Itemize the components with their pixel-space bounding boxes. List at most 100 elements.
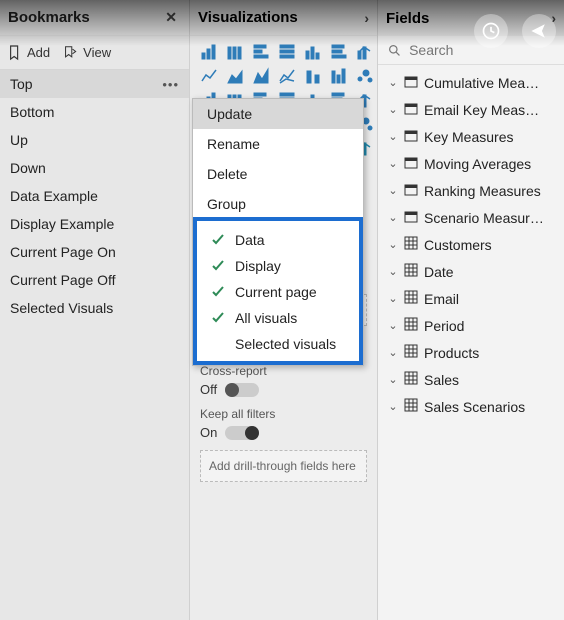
- visualization-type-icon[interactable]: [276, 42, 298, 62]
- bookmark-item[interactable]: Bottom: [0, 98, 189, 126]
- view-label: View: [83, 45, 111, 60]
- table-label: Date: [424, 264, 454, 280]
- chevron-down-icon: ⌄: [388, 346, 398, 359]
- drill-through-field-well[interactable]: Add drill-through fields here: [200, 450, 367, 482]
- visualization-type-icon[interactable]: [198, 42, 220, 62]
- table-item[interactable]: ⌄Sales Scenarios: [378, 393, 564, 420]
- bookmark-context-menu: UpdateRenameDeleteGroup Data Display Curre…: [192, 98, 364, 366]
- cross-report-label: Cross-report: [200, 364, 367, 378]
- table-item[interactable]: ⌄Scenario Measures: [378, 204, 564, 231]
- table-item[interactable]: ⌄ Products: [378, 339, 564, 366]
- table-label: Sales: [424, 372, 459, 388]
- more-icon[interactable]: •••: [162, 77, 179, 92]
- visualization-type-icon[interactable]: [250, 42, 272, 62]
- table-label: Period: [424, 318, 464, 334]
- table-item[interactable]: ⌄Customers: [378, 231, 564, 258]
- visualization-type-icon[interactable]: [354, 66, 376, 86]
- bookmark-item[interactable]: Current Page Off: [0, 266, 189, 294]
- share-button[interactable]: [522, 14, 556, 48]
- context-menu-item[interactable]: Update: [193, 99, 363, 129]
- bookmark-label: Current Page On: [10, 244, 116, 260]
- chevron-right-icon[interactable]: ›: [364, 10, 369, 26]
- close-icon[interactable]: ✕: [161, 5, 181, 30]
- table-item[interactable]: ⌄ Email Key Measur…: [378, 96, 564, 123]
- bookmark-label: Up: [10, 132, 28, 148]
- measure-table-icon: [404, 128, 418, 145]
- chevron-down-icon: ⌄: [388, 238, 398, 251]
- bookmarks-pane: Bookmarks ✕ Add View Top ••• Bottom Up Down D…: [0, 0, 190, 620]
- bookmark-label: Down: [10, 160, 46, 176]
- visualization-type-icon[interactable]: [250, 66, 272, 86]
- table-icon: [404, 371, 418, 388]
- visualization-type-icon[interactable]: [354, 42, 376, 62]
- context-menu-item[interactable]: Group: [193, 189, 363, 219]
- table-item[interactable]: ⌄ Period: [378, 312, 564, 339]
- chevron-down-icon: ⌄: [388, 265, 398, 278]
- chevron-down-icon: ⌄: [388, 76, 398, 89]
- bookmarks-header: Bookmarks ✕: [0, 0, 189, 36]
- bookmark-item[interactable]: Up: [0, 126, 189, 154]
- table-item[interactable]: ⌄Email: [378, 285, 564, 312]
- cross-report-toggle[interactable]: Off: [200, 382, 367, 397]
- bookmark-item[interactable]: Display Example: [0, 210, 189, 238]
- bookmark-options-highlight: Data Display Current page All visuals Select…: [193, 217, 363, 365]
- visualization-type-icon[interactable]: [224, 66, 246, 86]
- table-item[interactable]: ⌄ Date: [378, 258, 564, 285]
- bookmark-item[interactable]: Current Page On: [0, 238, 189, 266]
- keep-filters-state: On: [200, 425, 217, 440]
- context-menu-check-item[interactable]: Display: [197, 253, 359, 279]
- check-label: All visuals: [235, 310, 297, 326]
- check-label: Selected visuals: [235, 336, 336, 352]
- context-menu-item[interactable]: Rename: [193, 129, 363, 159]
- bookmarks-toolbar: Add View: [0, 36, 189, 70]
- fields-table-list: ⌄Cumulative Meas…⌄Email Key Measur…⌄Key …: [378, 65, 564, 424]
- table-item[interactable]: ⌄Sales: [378, 366, 564, 393]
- context-menu-check-item[interactable]: All visuals: [197, 305, 359, 331]
- visualization-type-icon[interactable]: [302, 66, 324, 86]
- table-icon: [404, 344, 418, 361]
- table-item[interactable]: ⌄Ranking Measures: [378, 177, 564, 204]
- chevron-down-icon: ⌄: [388, 319, 398, 332]
- check-label: Current page: [235, 284, 317, 300]
- bookmark-item[interactable]: Selected Visuals: [0, 294, 189, 322]
- table-label: Sales Scenarios: [424, 399, 525, 415]
- context-menu-check-item[interactable]: Current page: [197, 279, 359, 305]
- bookmark-label: Bottom: [10, 104, 54, 120]
- watch-later-button[interactable]: [474, 14, 508, 48]
- measure-table-icon: [404, 155, 418, 172]
- context-menu-check-item[interactable]: Data: [197, 227, 359, 253]
- bookmark-label: Top: [10, 76, 33, 92]
- visualization-type-icon[interactable]: [224, 42, 246, 62]
- table-label: Cumulative Meas…: [424, 75, 544, 91]
- bookmark-item[interactable]: Top •••: [0, 70, 189, 98]
- table-label: Scenario Measures: [424, 210, 544, 226]
- visualization-type-icon[interactable]: [276, 66, 298, 86]
- view-bookmark-button[interactable]: View: [64, 45, 111, 61]
- bookmark-label: Data Example: [10, 188, 98, 204]
- visualization-type-icon[interactable]: [328, 66, 350, 86]
- visualization-type-icon[interactable]: [328, 42, 350, 62]
- chevron-down-icon: ⌄: [388, 292, 398, 305]
- keep-filters-toggle[interactable]: On: [200, 425, 367, 440]
- visualizations-title: Visualizations: [198, 9, 298, 26]
- bookmark-item[interactable]: Down: [0, 154, 189, 182]
- share-icon: [529, 21, 549, 41]
- chevron-down-icon: ⌄: [388, 103, 398, 116]
- chevron-down-icon: ⌄: [388, 184, 398, 197]
- add-bookmark-button[interactable]: Add: [8, 45, 50, 61]
- bookmark-item[interactable]: Data Example: [0, 182, 189, 210]
- table-item[interactable]: ⌄Key Measures: [378, 123, 564, 150]
- table-label: Email Key Measur…: [424, 102, 544, 118]
- table-label: Products: [424, 345, 479, 361]
- table-label: Key Measures: [424, 129, 513, 145]
- check-label: Display: [235, 258, 281, 274]
- visualization-type-icon[interactable]: [198, 66, 220, 86]
- context-menu-check-item[interactable]: Selected visuals: [197, 331, 359, 357]
- context-menu-item[interactable]: Delete: [193, 159, 363, 189]
- visualization-type-icon[interactable]: [302, 42, 324, 62]
- bookmark-view-icon: [64, 45, 78, 61]
- table-icon: [404, 317, 418, 334]
- table-item[interactable]: ⌄ Cumulative Meas…: [378, 69, 564, 96]
- table-item[interactable]: ⌄Moving Averages: [378, 150, 564, 177]
- toggle-off-icon: [225, 383, 259, 397]
